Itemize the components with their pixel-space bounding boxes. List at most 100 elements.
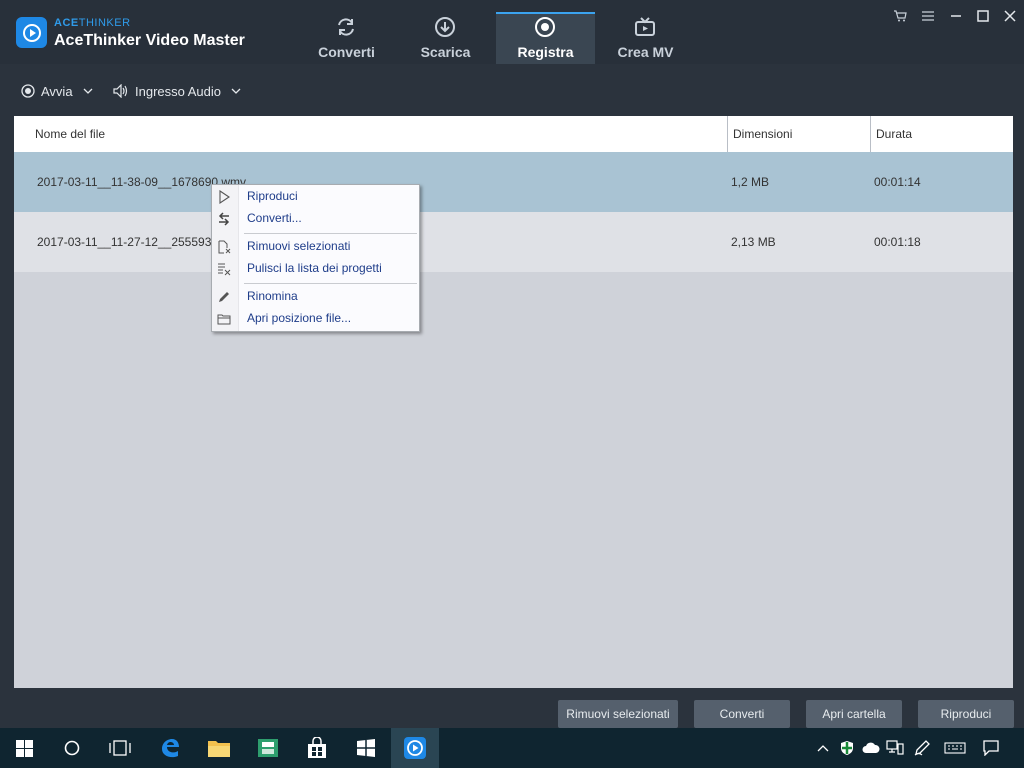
table-row[interactable]: 2017-03-11__11-38-09__1678690.wmv 1,2 MB… bbox=[14, 152, 1013, 212]
table-row[interactable]: 2017-03-11__11-27-12__2555933.wmv 2,13 M… bbox=[14, 212, 1013, 272]
taskbar-app-pinned[interactable] bbox=[342, 728, 390, 768]
file-duration: 00:01:18 bbox=[874, 235, 921, 249]
app-window: ACETHINKER AceThinker Video Master Conve… bbox=[0, 0, 1024, 728]
search-button[interactable] bbox=[48, 728, 96, 768]
refresh-icon bbox=[338, 18, 354, 36]
chevron-down-icon bbox=[83, 88, 93, 94]
cart-button[interactable] bbox=[890, 6, 910, 26]
speaker-icon bbox=[113, 84, 128, 98]
chevron-down-icon bbox=[231, 88, 241, 94]
convert-button[interactable]: Converti bbox=[694, 700, 790, 728]
list-header: Nome del file Dimensioni Durata bbox=[14, 116, 1013, 152]
task-view-button[interactable] bbox=[96, 728, 144, 768]
column-divider[interactable] bbox=[870, 116, 871, 152]
tab-converti-label: Converti bbox=[318, 44, 375, 60]
taskbar-app-printer[interactable] bbox=[244, 728, 292, 768]
menu-item-open-location[interactable]: Apri posizione file... bbox=[212, 308, 419, 330]
window-app-icon bbox=[357, 739, 375, 757]
play-button[interactable]: Riproduci bbox=[918, 700, 1014, 728]
menu-separator bbox=[244, 283, 417, 284]
taskbar bbox=[0, 728, 1024, 768]
file-size: 2,13 MB bbox=[731, 235, 776, 249]
acethinker-app-icon bbox=[404, 737, 426, 759]
tray-overflow-button[interactable] bbox=[813, 738, 833, 758]
audio-input-dropdown[interactable]: Ingresso Audio bbox=[113, 81, 241, 101]
column-header-duration[interactable]: Durata bbox=[876, 116, 912, 152]
title-bar: ACETHINKER AceThinker Video Master Conve… bbox=[0, 0, 1024, 64]
menu-item-remove-selected[interactable]: Rimuovi selezionati bbox=[212, 236, 419, 258]
start-dropdown[interactable]: Avvia bbox=[21, 81, 93, 101]
brand-wordmark: ACETHINKER bbox=[54, 17, 131, 29]
pencil-icon bbox=[219, 292, 229, 302]
tab-crea-mv-label: Crea MV bbox=[617, 44, 674, 60]
taskbar-app-store[interactable] bbox=[293, 728, 341, 768]
menu-item-convert[interactable]: Converti... bbox=[212, 208, 419, 230]
cloud-icon bbox=[862, 742, 880, 753]
menu-item-label: Pulisci la lista dei progetti bbox=[247, 261, 382, 275]
tab-crea-mv[interactable]: Crea MV bbox=[596, 12, 695, 64]
tab-registra-label: Registra bbox=[517, 44, 574, 60]
cart-icon bbox=[894, 10, 907, 22]
tray-onedrive[interactable] bbox=[861, 738, 881, 758]
column-divider[interactable] bbox=[727, 116, 728, 152]
tab-scarica[interactable]: Scarica bbox=[396, 12, 495, 64]
start-label: Avvia bbox=[41, 83, 73, 99]
record-icon bbox=[21, 84, 35, 98]
tray-keyboard[interactable] bbox=[943, 738, 967, 758]
menu-item-label: Apri posizione file... bbox=[247, 311, 352, 325]
folder-icon bbox=[217, 314, 231, 325]
context-menu: Riproduci Converti... Rimuovi selezionat… bbox=[211, 184, 420, 332]
windows-logo-icon bbox=[15, 739, 33, 757]
maximize-icon bbox=[977, 10, 989, 22]
menu-item-label: Rinomina bbox=[247, 289, 298, 303]
record-icon bbox=[535, 17, 555, 37]
menu-item-play[interactable]: Riproduci bbox=[212, 186, 419, 208]
cortana-icon bbox=[64, 740, 80, 756]
shield-icon bbox=[841, 741, 853, 755]
menu-button[interactable] bbox=[918, 6, 938, 26]
clear-list-icon bbox=[218, 263, 231, 276]
tray-network[interactable] bbox=[885, 738, 905, 758]
app-logo-icon bbox=[16, 17, 47, 48]
tray-pen[interactable] bbox=[912, 738, 932, 758]
tab-converti[interactable]: Converti bbox=[297, 12, 396, 64]
tray-action-center[interactable] bbox=[981, 738, 1001, 758]
tab-registra[interactable]: Registra bbox=[496, 12, 595, 64]
menu-item-label: Rimuovi selezionati bbox=[247, 239, 351, 253]
menu-item-label: Converti... bbox=[247, 211, 302, 225]
remove-file-icon bbox=[218, 240, 231, 254]
app-title: AceThinker Video Master bbox=[54, 32, 245, 49]
task-view-icon bbox=[109, 740, 131, 756]
file-duration: 00:01:14 bbox=[874, 175, 921, 189]
keyboard-icon bbox=[944, 742, 966, 754]
tray-security[interactable] bbox=[837, 738, 857, 758]
store-icon bbox=[308, 737, 326, 758]
bottom-action-bar: Rimuovi selezionati Converti Apri cartel… bbox=[0, 688, 1024, 728]
column-header-name[interactable]: Nome del file bbox=[35, 116, 105, 152]
close-button[interactable] bbox=[1000, 6, 1020, 26]
folder-icon bbox=[208, 741, 230, 757]
tv-icon bbox=[635, 17, 655, 36]
maximize-button[interactable] bbox=[973, 6, 993, 26]
record-toolbar: Avvia Ingresso Audio bbox=[0, 64, 1024, 116]
menu-item-label: Riproduci bbox=[247, 189, 298, 203]
taskbar-app-file-explorer[interactable] bbox=[195, 728, 243, 768]
menu-item-clear-list[interactable]: Pulisci la lista dei progetti bbox=[212, 258, 419, 280]
start-button[interactable] bbox=[0, 728, 48, 768]
pen-icon bbox=[914, 740, 930, 756]
network-icon bbox=[886, 740, 904, 755]
column-header-size[interactable]: Dimensioni bbox=[733, 116, 792, 152]
download-icon bbox=[435, 17, 455, 37]
taskbar-app-acethinker[interactable] bbox=[391, 728, 439, 768]
menu-icon bbox=[922, 11, 934, 21]
tab-scarica-label: Scarica bbox=[420, 44, 471, 60]
edge-browser-icon bbox=[162, 739, 179, 758]
taskbar-app-edge[interactable] bbox=[146, 728, 194, 768]
play-icon bbox=[219, 190, 230, 204]
printer-icon bbox=[258, 739, 278, 757]
remove-selected-button[interactable]: Rimuovi selezionati bbox=[558, 700, 678, 728]
open-folder-button[interactable]: Apri cartella bbox=[806, 700, 902, 728]
menu-separator bbox=[244, 233, 417, 234]
minimize-button[interactable] bbox=[946, 6, 966, 26]
menu-item-rename[interactable]: Rinomina bbox=[212, 286, 419, 308]
